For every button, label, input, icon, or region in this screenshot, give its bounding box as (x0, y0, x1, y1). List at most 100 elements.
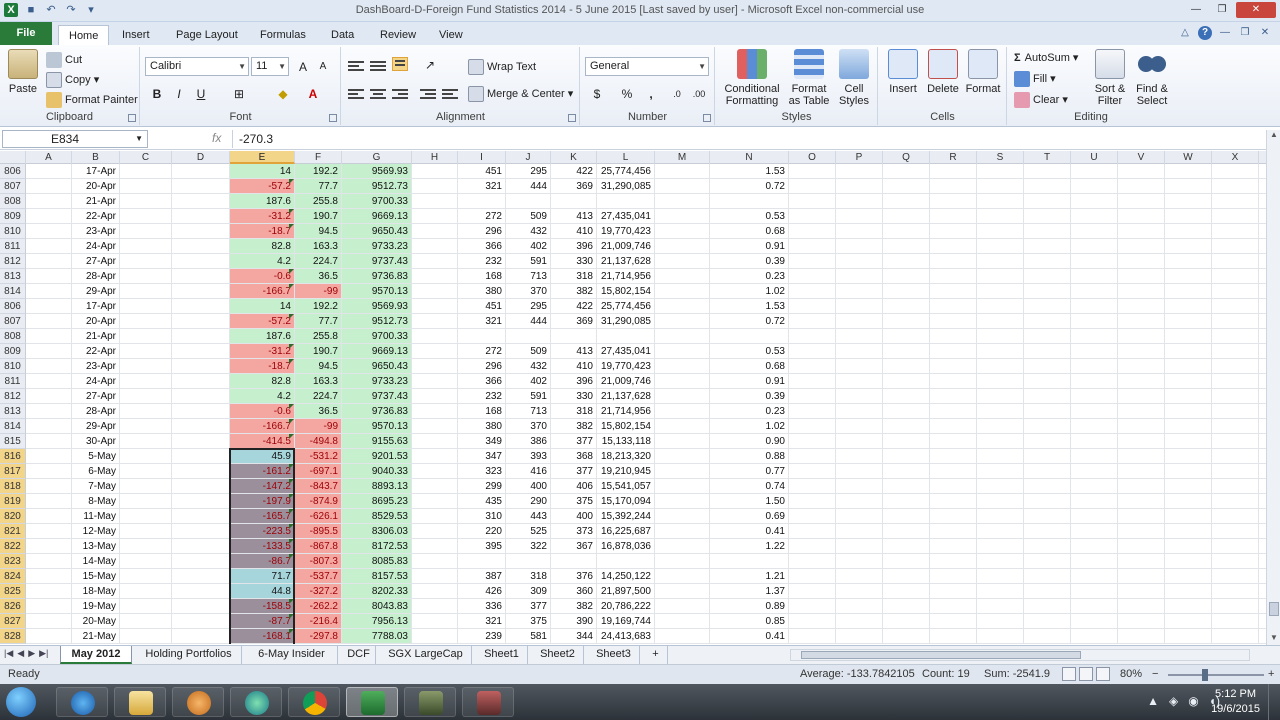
delete-cells-button[interactable]: Delete (923, 49, 963, 95)
cell-k[interactable]: 410 (551, 224, 596, 238)
cell-b[interactable]: 13-May (72, 539, 119, 553)
cell-b[interactable]: 29-Apr (72, 419, 119, 433)
cell-f[interactable]: 190.7 (295, 209, 341, 223)
cell-b[interactable]: 21-May (72, 629, 119, 643)
cell-k[interactable]: 382 (551, 284, 596, 298)
taskbar-ie[interactable] (56, 687, 108, 717)
cell-l[interactable]: 14,250,122 (597, 569, 654, 583)
cell-k[interactable]: 390 (551, 614, 596, 628)
column-header-a[interactable]: A (26, 151, 72, 164)
column-header-h[interactable]: H (412, 151, 458, 164)
cell-f[interactable]: -531.2 (295, 449, 341, 463)
worksheet-grid[interactable]: 17-Apr 14 192.2 9569.93 451 295 422 25,774,456 1… (26, 164, 1266, 644)
sheet-tab[interactable]: May 2012 (60, 646, 132, 664)
row-header[interactable]: 822 (0, 539, 26, 554)
cell-f[interactable]: -626.1 (295, 509, 341, 523)
cell-b[interactable]: 30-Apr (72, 434, 119, 448)
zoom-slider-knob[interactable] (1202, 669, 1208, 681)
column-header-t[interactable]: T (1024, 151, 1071, 164)
network-icon[interactable]: ◈ (1169, 694, 1178, 708)
increase-indent-icon[interactable] (442, 87, 458, 101)
cell-k[interactable] (551, 554, 596, 568)
cell-b[interactable]: 14-May (72, 554, 119, 568)
taskbar-browser[interactable] (230, 687, 282, 717)
number-launcher-icon[interactable] (703, 114, 711, 122)
cell-i[interactable]: 380 (458, 284, 505, 298)
font-size-select[interactable]: 11 ▼ (251, 57, 289, 76)
cell-n[interactable]: 1.53 (710, 164, 788, 178)
cell-e[interactable]: -0.6 (230, 404, 294, 418)
cell-n[interactable]: 1.02 (710, 419, 788, 433)
cell-e[interactable]: -87.7 (230, 614, 294, 628)
cell-k[interactable]: 422 (551, 164, 596, 178)
cell-j[interactable]: 713 (506, 404, 550, 418)
formula-input[interactable]: -270.3 (232, 130, 1266, 148)
cell-g[interactable]: 9736.83 (342, 269, 411, 283)
cell-l[interactable]: 15,133,118 (597, 434, 654, 448)
row-header[interactable]: 826 (0, 599, 26, 614)
cell-n[interactable]: 0.77 (710, 464, 788, 478)
row-header[interactable]: 811 (0, 374, 26, 389)
row-header[interactable]: 807 (0, 314, 26, 329)
cell-n[interactable] (710, 554, 788, 568)
cell-k[interactable]: 360 (551, 584, 596, 598)
cell-j[interactable]: 444 (506, 179, 550, 193)
row-header[interactable]: 814 (0, 419, 26, 434)
cell-b[interactable]: 15-May (72, 569, 119, 583)
cell-g[interactable]: 8695.23 (342, 494, 411, 508)
cell-b[interactable]: 17-Apr (72, 164, 119, 178)
zoom-level[interactable]: 80% (1120, 668, 1142, 680)
cell-styles-button[interactable]: Cell Styles (834, 49, 874, 107)
cell-k[interactable]: 377 (551, 464, 596, 478)
sheet-tab[interactable]: Holding Portfolios (136, 646, 242, 664)
cell-j[interactable]: 416 (506, 464, 550, 478)
help-icon[interactable]: ? (1198, 26, 1212, 40)
cell-g[interactable]: 8043.83 (342, 599, 411, 613)
cell-g[interactable]: 8085.83 (342, 554, 411, 568)
doc-close-icon[interactable]: ✕ (1258, 26, 1272, 40)
cell-j[interactable]: 375 (506, 614, 550, 628)
cell-g[interactable]: 9570.13 (342, 284, 411, 298)
cell-n[interactable] (710, 329, 788, 343)
cell-l[interactable]: 19,169,744 (597, 614, 654, 628)
cell-f[interactable]: 255.8 (295, 329, 341, 343)
cell-k[interactable]: 330 (551, 254, 596, 268)
column-header-o[interactable]: O (789, 151, 836, 164)
cell-b[interactable]: 21-Apr (72, 194, 119, 208)
row-header[interactable]: 821 (0, 524, 26, 539)
taskbar-chrome[interactable] (288, 687, 340, 717)
cell-k[interactable]: 400 (551, 509, 596, 523)
cell-k[interactable]: 375 (551, 494, 596, 508)
cell-i[interactable]: 366 (458, 239, 505, 253)
cell-n[interactable]: 0.69 (710, 509, 788, 523)
cell-g[interactable]: 9201.53 (342, 449, 411, 463)
column-header-p[interactable]: P (836, 151, 883, 164)
cell-k[interactable]: 382 (551, 599, 596, 613)
cell-l[interactable]: 15,802,154 (597, 419, 654, 433)
cell-n[interactable]: 0.23 (710, 269, 788, 283)
row-header[interactable]: 806 (0, 299, 26, 314)
cell-g[interactable]: 8202.33 (342, 584, 411, 598)
taskbar-media[interactable] (172, 687, 224, 717)
italic-button[interactable]: I (169, 84, 189, 104)
cell-l[interactable] (597, 329, 654, 343)
cell-j[interactable]: 591 (506, 389, 550, 403)
sheet-tab[interactable]: Sheet3 (588, 646, 640, 664)
horizontal-scroll-thumb[interactable] (801, 651, 1081, 659)
column-header-f[interactable]: F (295, 151, 342, 164)
cell-i[interactable]: 336 (458, 599, 505, 613)
cell-j[interactable]: 370 (506, 419, 550, 433)
column-header-r[interactable]: R (930, 151, 977, 164)
tab-insert[interactable]: Insert (112, 25, 160, 45)
sheet-tab[interactable]: SGX LargeCap (380, 646, 472, 664)
cell-l[interactable]: 21,009,746 (597, 239, 654, 253)
cell-i[interactable]: 321 (458, 314, 505, 328)
cell-g[interactable]: 9512.73 (342, 179, 411, 193)
row-header[interactable]: 813 (0, 269, 26, 284)
cell-n[interactable]: 0.88 (710, 449, 788, 463)
cell-k[interactable]: 344 (551, 629, 596, 643)
cell-n[interactable]: 0.68 (710, 224, 788, 238)
cell-b[interactable]: 8-May (72, 494, 119, 508)
cell-i[interactable]: 323 (458, 464, 505, 478)
cell-f[interactable]: -99 (295, 419, 341, 433)
